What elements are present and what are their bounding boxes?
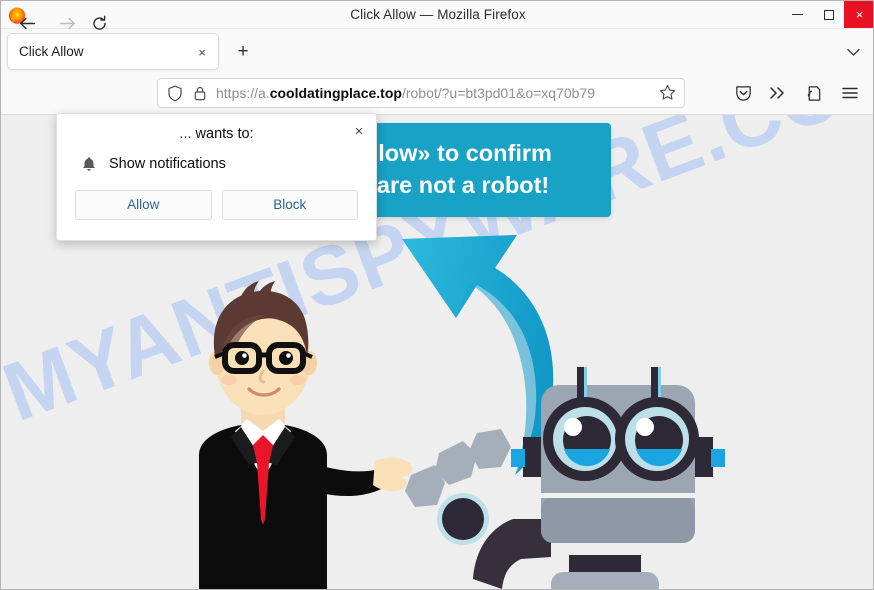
- account-button[interactable]: [801, 80, 827, 106]
- back-arrow-icon: [19, 17, 35, 29]
- tracking-protection-shield-icon[interactable]: [167, 85, 183, 102]
- hamburger-menu-icon: [842, 87, 858, 99]
- list-all-tabs-icon[interactable]: [841, 41, 865, 63]
- back-button[interactable]: [13, 9, 41, 37]
- forward-button[interactable]: [53, 9, 81, 37]
- tab-close-icon[interactable]: ×: [192, 42, 212, 62]
- url-domain: cooldatingplace.top: [269, 85, 402, 101]
- dialog-header: ... wants to: ×: [57, 114, 376, 154]
- padlock-icon[interactable]: [193, 85, 207, 102]
- window-close-button[interactable]: ×: [844, 1, 873, 28]
- url-scheme: https://: [216, 85, 259, 101]
- maximize-icon: [823, 9, 834, 20]
- forward-arrow-icon: [59, 17, 75, 29]
- overflow-menu-button[interactable]: [765, 80, 791, 106]
- app-menu-button[interactable]: [837, 80, 863, 106]
- reload-button[interactable]: [85, 9, 113, 37]
- dialog-close-button[interactable]: ×: [348, 120, 370, 142]
- dialog-title: ... wants to:: [179, 126, 254, 142]
- url-bar[interactable]: https://a.cooldatingplace.top/robot/?u=b…: [157, 78, 685, 108]
- tab-title: Click Allow: [19, 44, 84, 59]
- allow-button[interactable]: Allow: [75, 190, 212, 220]
- window-maximize-button[interactable]: [813, 1, 844, 28]
- window-minimize-button[interactable]: [782, 1, 813, 28]
- url-subdomain: a.: [258, 85, 270, 101]
- pocket-icon: [735, 85, 751, 101]
- chevron-down-icon: [846, 48, 860, 56]
- minimize-icon: [792, 14, 803, 15]
- url-text: https://a.cooldatingplace.top/robot/?u=b…: [216, 79, 656, 107]
- bell-icon: [79, 156, 99, 172]
- firefox-browser-window: Click Allow — Mozilla Firefox × Click Al…: [0, 0, 874, 590]
- title-bar: Click Allow — Mozilla Firefox ×: [1, 1, 873, 29]
- close-icon: ×: [855, 7, 864, 22]
- save-to-pocket-button[interactable]: [730, 80, 756, 106]
- robot-illustration: [401, 367, 761, 589]
- window-title: Click Allow — Mozilla Firefox: [350, 7, 526, 22]
- permission-label: Show notifications: [109, 156, 226, 172]
- tab-strip: Click Allow × +: [1, 29, 873, 73]
- star-icon[interactable]: [659, 84, 676, 101]
- permission-row: Show notifications: [57, 154, 376, 190]
- new-tab-button[interactable]: +: [231, 40, 255, 64]
- double-chevron-right-icon: [770, 87, 784, 99]
- browser-tab[interactable]: Click Allow ×: [7, 33, 219, 70]
- url-path: /robot/?u=bt3pd01&o=xq70b79: [401, 85, 596, 101]
- businessman-illustration: [179, 279, 439, 589]
- dialog-buttons: Allow Block: [57, 190, 376, 240]
- notification-permission-dialog: ... wants to: × Show notifications Allow…: [56, 113, 377, 241]
- account-icon: [807, 85, 821, 101]
- block-button[interactable]: Block: [221, 190, 358, 220]
- reload-icon: [92, 15, 106, 30]
